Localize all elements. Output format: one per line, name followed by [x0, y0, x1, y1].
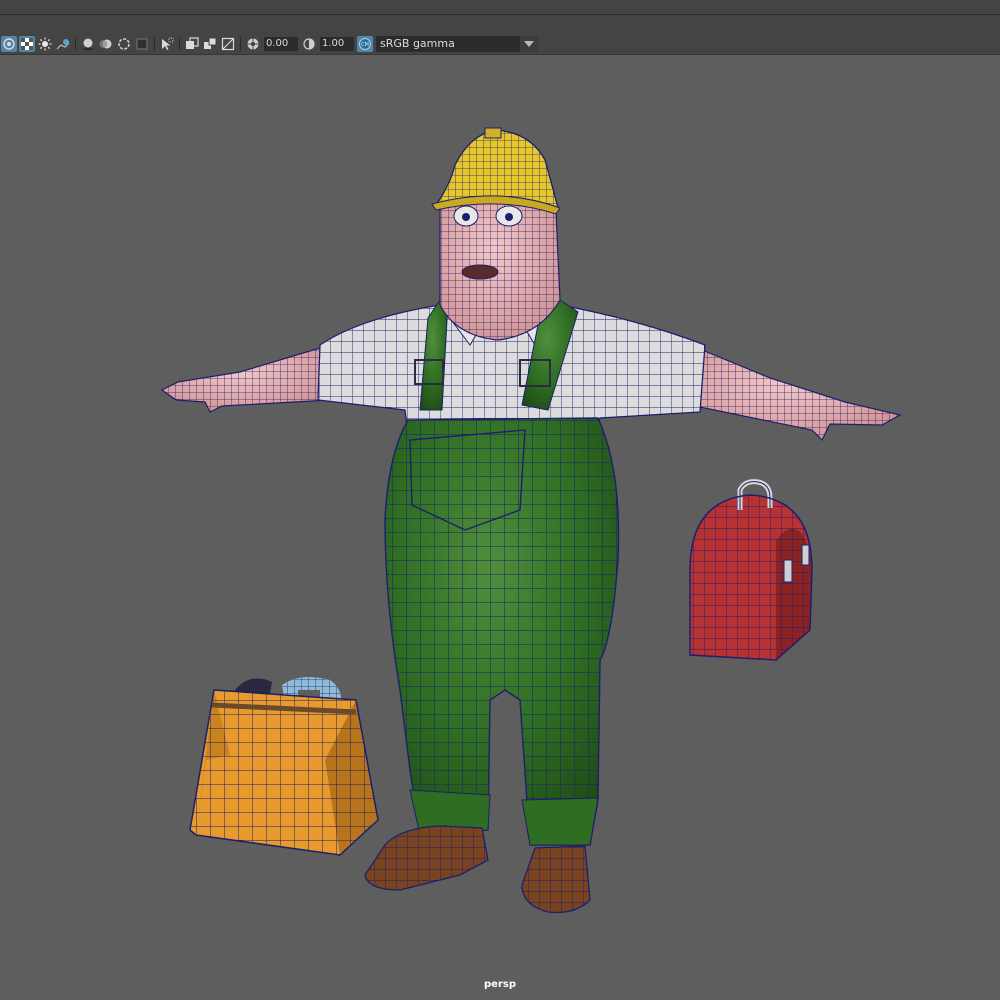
dof-icon[interactable]	[134, 36, 150, 52]
perspective-viewport[interactable]: persp	[0, 55, 1000, 1000]
ambient-occlusion-icon[interactable]	[80, 36, 96, 52]
light-icon[interactable]	[37, 36, 53, 52]
toolbar-separator	[154, 37, 155, 51]
exposure-icon[interactable]	[245, 36, 261, 52]
svg-text:CM: CM	[361, 42, 369, 48]
dropdown-arrow-icon[interactable]	[520, 36, 538, 52]
color-management-icon[interactable]: CM	[357, 36, 373, 52]
checker-icon[interactable]	[19, 36, 35, 52]
isolate-icon[interactable]	[159, 36, 175, 52]
xray-active-icon[interactable]	[220, 36, 236, 52]
shadow-icon[interactable]	[55, 36, 71, 52]
grid-icon[interactable]	[1, 36, 17, 52]
panel-menu-area	[0, 15, 1000, 34]
exposure-field[interactable]	[264, 37, 298, 51]
character-helmet[interactable]	[431, 127, 561, 215]
maya-window: CM sRGB gamma	[0, 0, 1000, 1000]
xray-icon[interactable]	[184, 36, 200, 52]
toolbar-separator	[240, 37, 241, 51]
camera-label: persp	[484, 979, 516, 990]
toolbar-separator	[75, 37, 76, 51]
color-space-value: sRGB gamma	[380, 37, 455, 50]
menu-bar	[0, 0, 1000, 15]
viewport-toolbar: CM sRGB gamma	[0, 34, 1000, 55]
color-space-dropdown[interactable]: sRGB gamma	[376, 36, 538, 52]
gamma-field[interactable]	[320, 37, 354, 51]
xray-joints-icon[interactable]	[202, 36, 218, 52]
character-head[interactable]	[439, 189, 561, 341]
toolbox-model[interactable]	[189, 676, 379, 856]
lunchbox-model[interactable]	[689, 479, 813, 661]
toolbar-separator	[179, 37, 180, 51]
motion-blur-icon[interactable]	[98, 36, 114, 52]
scene-render	[160, 127, 902, 914]
antialias-icon[interactable]	[116, 36, 132, 52]
gamma-icon[interactable]	[301, 36, 317, 52]
